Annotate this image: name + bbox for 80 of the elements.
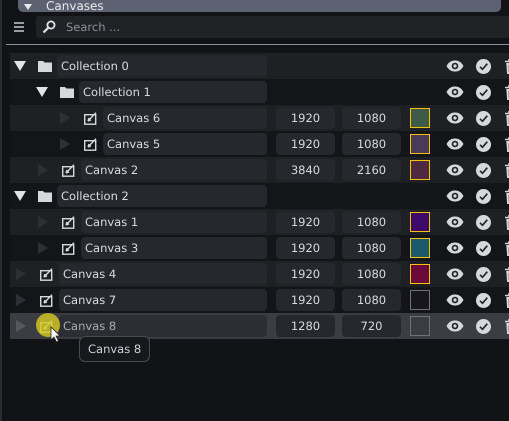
check-icon[interactable]	[476, 84, 491, 100]
folder-icon	[38, 190, 52, 202]
eye-icon[interactable]	[446, 320, 464, 332]
height-field[interactable]: 720	[342, 315, 401, 337]
check-icon[interactable]	[476, 214, 491, 230]
height-field[interactable]: 1080	[342, 237, 401, 259]
check-icon[interactable]	[476, 318, 491, 334]
name-field[interactable]: Canvas 6	[103, 107, 267, 129]
check-icon[interactable]	[476, 58, 491, 74]
color-swatch[interactable]	[410, 316, 430, 336]
height-field[interactable]: 1080	[342, 107, 401, 129]
width-field[interactable]: 1920	[276, 237, 335, 259]
tree-row[interactable]: Canvas 4 1920 1080	[10, 261, 509, 287]
check-icon[interactable]	[476, 266, 491, 282]
eye-icon[interactable]	[446, 216, 464, 228]
width-field[interactable]: 1920	[276, 133, 335, 155]
menu-icon[interactable]	[14, 22, 24, 32]
color-swatch[interactable]	[410, 238, 430, 258]
tree-row[interactable]: Collection 0	[10, 53, 509, 79]
mouse-cursor-icon	[36, 313, 62, 345]
canvas-icon	[40, 294, 54, 306]
canvas-icon	[62, 216, 76, 228]
width-field[interactable]: 1920	[276, 107, 335, 129]
canvas-icon	[84, 112, 98, 124]
tree-row[interactable]: Canvas 2 3840 2160	[10, 157, 509, 183]
eye-icon[interactable]	[446, 294, 464, 306]
name-field[interactable]: Canvas 1	[81, 211, 267, 233]
eye-icon[interactable]	[446, 112, 464, 124]
color-swatch[interactable]	[410, 264, 430, 284]
name-field[interactable]: Canvas 2	[81, 159, 267, 181]
eye-icon[interactable]	[446, 164, 464, 176]
color-swatch[interactable]	[410, 108, 430, 128]
name-field[interactable]: Canvas 4	[59, 263, 267, 285]
check-icon[interactable]	[476, 240, 491, 256]
width-field[interactable]: 1920	[276, 289, 335, 311]
eye-icon[interactable]	[446, 138, 464, 150]
canvas-icon	[62, 164, 76, 176]
check-icon[interactable]	[476, 136, 491, 152]
width-field[interactable]: 1280	[276, 315, 335, 337]
eye-icon[interactable]	[446, 268, 464, 280]
height-field[interactable]: 2160	[342, 159, 401, 181]
width-field[interactable]: 3840	[276, 159, 335, 181]
eye-icon[interactable]	[446, 242, 464, 254]
name-field[interactable]: Canvas 8	[59, 315, 267, 337]
color-swatch[interactable]	[410, 290, 430, 310]
canvas-icon	[62, 242, 76, 254]
color-swatch[interactable]	[410, 134, 430, 154]
panel-header[interactable]: Canvases	[18, 0, 501, 12]
folder-icon	[38, 60, 52, 72]
name-field[interactable]: Canvas 5	[103, 133, 267, 155]
height-field[interactable]: 1080	[342, 289, 401, 311]
check-icon[interactable]	[476, 188, 491, 204]
eye-icon[interactable]	[446, 60, 464, 72]
color-swatch[interactable]	[410, 212, 430, 232]
search-field[interactable]: Search ...	[36, 16, 509, 38]
width-field[interactable]: 1920	[276, 211, 335, 233]
check-icon[interactable]	[476, 110, 491, 126]
eye-icon[interactable]	[446, 190, 464, 202]
name-field[interactable]: Canvas 7	[59, 289, 267, 311]
panel-title: Canvases	[46, 0, 104, 12]
tree-row[interactable]: Canvas 8 1280 720	[10, 313, 509, 339]
name-field[interactable]: Canvas 3	[81, 237, 267, 259]
folder-icon	[60, 86, 74, 98]
name-field[interactable]: Collection 0	[57, 55, 267, 77]
check-icon[interactable]	[476, 292, 491, 308]
tooltip: Canvas 8	[79, 336, 150, 362]
canvas-icon	[40, 268, 54, 280]
tree-row[interactable]: Canvas 1 1920 1080	[10, 209, 509, 235]
tree-row[interactable]: Canvas 6 1920 1080	[10, 105, 509, 131]
height-field[interactable]: 1080	[342, 133, 401, 155]
canvas-icon	[84, 138, 98, 150]
check-icon[interactable]	[476, 162, 491, 178]
color-swatch[interactable]	[410, 160, 430, 180]
width-field[interactable]: 1920	[276, 263, 335, 285]
caret-icon	[24, 4, 32, 10]
height-field[interactable]: 1080	[342, 263, 401, 285]
height-field[interactable]: 1080	[342, 211, 401, 233]
name-field[interactable]: Collection 1	[79, 81, 267, 103]
eye-icon[interactable]	[446, 86, 464, 98]
name-field[interactable]: Collection 2	[57, 185, 267, 207]
